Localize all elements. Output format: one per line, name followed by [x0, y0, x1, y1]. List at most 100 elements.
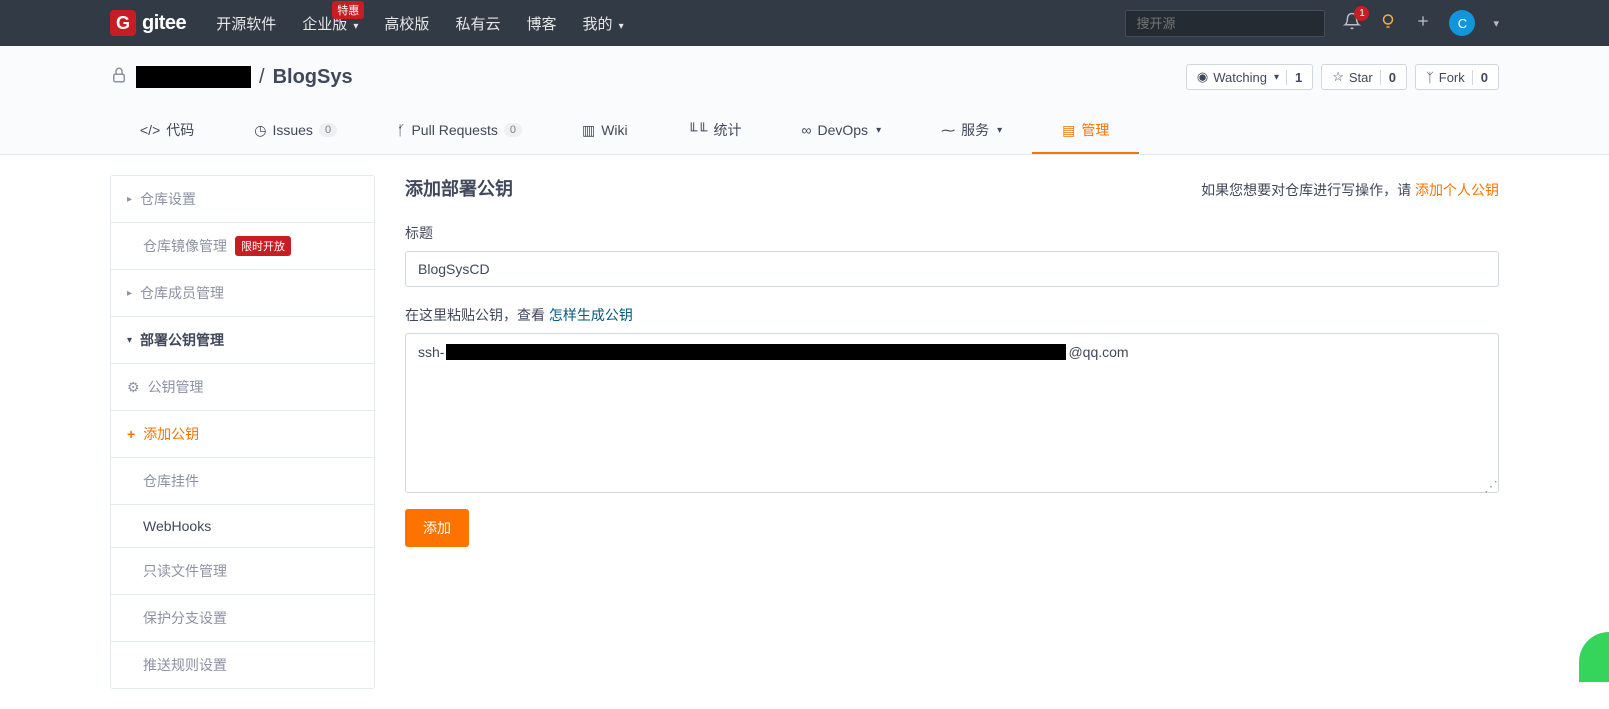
- title-label: 标题: [405, 223, 1499, 243]
- nav-mine-label: 我的: [582, 16, 612, 33]
- chevron-down-icon: ▾: [997, 125, 1002, 136]
- sidebar-item-branches[interactable]: 保护分支设置: [111, 595, 374, 642]
- chevron-down-icon: ▾: [619, 21, 624, 32]
- sidebar-item-add-key[interactable]: + 添加公钥: [111, 411, 374, 458]
- watch-button[interactable]: ◉ Watching ▾ 1: [1186, 64, 1313, 90]
- repo-title: / BlogSys: [110, 66, 353, 89]
- issues-count: 0: [319, 123, 337, 137]
- star-count: 0: [1380, 70, 1396, 85]
- nav-campus[interactable]: 高校版: [384, 13, 429, 34]
- sidebar-item-label: 仓库镜像管理: [143, 236, 227, 256]
- notification-count: 1: [1354, 6, 1369, 21]
- publickey-textarea[interactable]: ssh- @qq.com ⋰: [405, 333, 1499, 493]
- nav-private[interactable]: 私有云: [455, 13, 500, 34]
- avatar[interactable]: C: [1449, 10, 1475, 36]
- chart-icon: ╙╙: [688, 122, 708, 138]
- fork-icon: ᛉ: [1426, 70, 1434, 85]
- tab-manage-label: 管理: [1081, 120, 1109, 140]
- nav-enterprise[interactable]: 企业版 ▾ 特惠: [302, 13, 358, 34]
- pulse-icon: ⁓: [941, 122, 955, 139]
- sidebar-item-plugins[interactable]: 仓库挂件: [111, 458, 374, 505]
- sidebar-item-key-manage[interactable]: ⚙公钥管理: [111, 364, 374, 411]
- paste-hint-text: 在这里粘贴公钥，查看: [405, 307, 549, 323]
- repo-actions: ◉ Watching ▾ 1 ☆ Star 0 ᛉ Fork 0: [1186, 64, 1499, 90]
- owner-redacted: [136, 66, 251, 88]
- logo[interactable]: G gitee: [110, 10, 186, 36]
- lightbulb-icon[interactable]: [1379, 12, 1397, 35]
- tab-manage[interactable]: ▤ 管理: [1032, 108, 1139, 154]
- write-hint: 如果您想要对仓库进行写操作，请 添加个人公钥: [1201, 180, 1499, 200]
- hint-text: 如果您想要对仓库进行写操作，请: [1201, 182, 1415, 198]
- limited-badge: 限时开放: [235, 236, 291, 256]
- tab-issues-label: Issues: [272, 122, 312, 138]
- sidebar-item-webhooks[interactable]: WebHooks: [111, 505, 374, 548]
- repo-name[interactable]: BlogSys: [273, 66, 353, 89]
- repo-header: / BlogSys ◉ Watching ▾ 1 ☆ Star 0 ᛉ Fork…: [0, 46, 1609, 155]
- tab-pr[interactable]: ᚶ Pull Requests 0: [367, 108, 552, 154]
- sidebar-item-label: 仓库挂件: [143, 471, 199, 491]
- sidebar-item-deploy-keys[interactable]: ▾ 部署公钥管理: [111, 317, 374, 364]
- sidebar-item-members[interactable]: ▸ 仓库成员管理: [111, 270, 374, 317]
- sidebar-item-readonly[interactable]: 只读文件管理: [111, 548, 374, 595]
- top-right: 1 C ▾: [1125, 10, 1499, 37]
- tab-wiki[interactable]: ▥Wiki: [552, 108, 658, 154]
- search-input[interactable]: [1125, 10, 1325, 37]
- promo-badge: 特惠: [332, 1, 364, 19]
- sidebar-item-label: 添加公钥: [143, 424, 199, 444]
- plus-icon[interactable]: [1415, 13, 1431, 34]
- tab-stats[interactable]: ╙╙ 统计: [658, 108, 772, 154]
- topbar: G gitee 开源软件 企业版 ▾ 特惠 高校版 私有云 博客 我的 ▾ 1 …: [0, 0, 1609, 46]
- sidebar-item-label: 公钥管理: [148, 377, 204, 397]
- fork-button[interactable]: ᛉ Fork 0: [1415, 64, 1499, 90]
- sidebar-item-label: 仓库成员管理: [140, 283, 224, 303]
- howto-generate-link[interactable]: 怎样生成公钥: [549, 307, 633, 323]
- chevron-down-icon: ▾: [876, 125, 881, 136]
- tab-code[interactable]: </>代码: [110, 108, 224, 154]
- tab-code-label: 代码: [166, 120, 194, 140]
- bell-icon[interactable]: 1: [1343, 12, 1361, 35]
- sidebar-item-label: 部署公钥管理: [140, 330, 224, 350]
- sidebar-item-label: 推送规则设置: [143, 655, 227, 675]
- sidebar-item-label: 只读文件管理: [143, 561, 227, 581]
- caret-right-icon: ▸: [127, 288, 132, 299]
- submit-button[interactable]: 添加: [405, 509, 469, 547]
- add-personal-key-link[interactable]: 添加个人公钥: [1415, 182, 1499, 198]
- nav-mine[interactable]: 我的 ▾: [582, 13, 623, 34]
- sidebar-item-push-rules[interactable]: 推送规则设置: [111, 642, 374, 688]
- star-button[interactable]: ☆ Star 0: [1321, 64, 1407, 90]
- sidebar-item-repo-settings[interactable]: ▸仓库设置: [111, 176, 374, 223]
- title-input[interactable]: [405, 251, 1499, 287]
- tab-devops[interactable]: ∞ DevOps ▾: [772, 108, 912, 154]
- tab-pr-label: Pull Requests: [411, 122, 497, 138]
- top-nav: 开源软件 企业版 ▾ 特惠 高校版 私有云 博客 我的 ▾: [216, 13, 624, 34]
- infinity-icon: ∞: [802, 122, 812, 138]
- plus-icon: +: [127, 426, 135, 442]
- caret-down-icon: ▾: [127, 335, 132, 346]
- tab-devops-label: DevOps: [817, 122, 868, 138]
- pr-icon: ᚶ: [397, 122, 405, 138]
- sidebar-item-label: WebHooks: [143, 518, 211, 534]
- tab-services-label: 服务: [961, 120, 989, 140]
- nav-opensource[interactable]: 开源软件: [216, 13, 276, 34]
- main: ▸仓库设置 仓库镜像管理限时开放 ▸ 仓库成员管理 ▾ 部署公钥管理 ⚙公钥管理 +…: [0, 155, 1609, 709]
- paste-hint: 在这里粘贴公钥，查看 怎样生成公钥: [405, 305, 1499, 325]
- tab-stats-label: 统计: [714, 120, 742, 140]
- star-label: Star: [1349, 70, 1373, 85]
- chevron-down-icon: ▾: [1274, 72, 1279, 83]
- settings-icon: ▤: [1062, 122, 1075, 139]
- tab-issues[interactable]: ◷ Issues 0: [224, 108, 367, 154]
- watch-count: 1: [1286, 70, 1302, 85]
- tab-services[interactable]: ⁓ 服务 ▾: [911, 108, 1032, 154]
- nav-blog[interactable]: 博客: [526, 13, 556, 34]
- eye-icon: ◉: [1197, 69, 1208, 85]
- issue-icon: ◷: [254, 122, 266, 139]
- key-redacted: [446, 344, 1066, 360]
- pr-count: 0: [504, 123, 522, 137]
- chevron-down-icon[interactable]: ▾: [1493, 17, 1499, 30]
- separator: /: [259, 66, 265, 89]
- watch-label: Watching: [1213, 70, 1267, 85]
- sidebar-item-mirror[interactable]: 仓库镜像管理限时开放: [111, 223, 374, 270]
- logo-text: gitee: [142, 12, 186, 35]
- logo-g-icon: G: [110, 10, 136, 36]
- caret-right-icon: ▸: [127, 194, 132, 205]
